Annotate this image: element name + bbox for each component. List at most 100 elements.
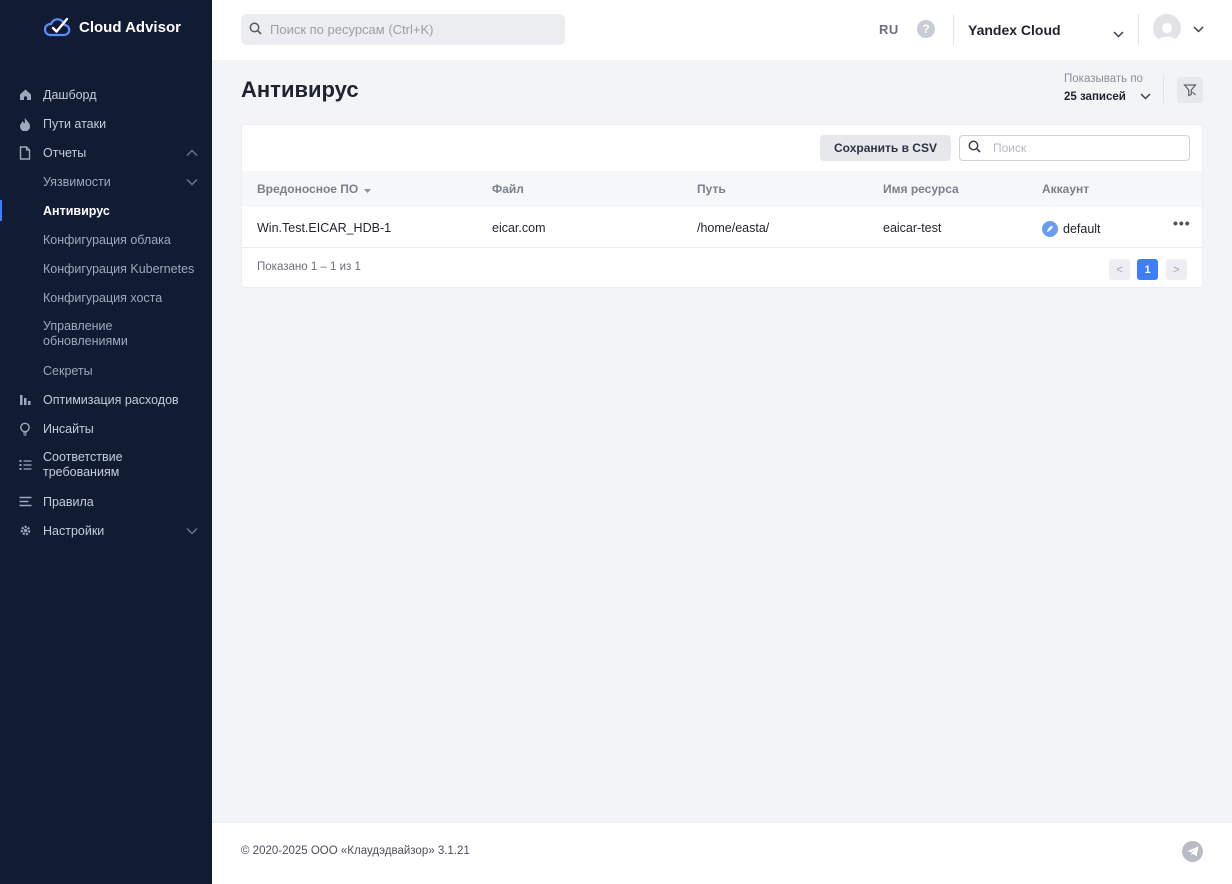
- sidebar-item-kubernetes-config[interactable]: Конфигурация Kubernetes: [0, 254, 212, 283]
- user-menu[interactable]: [1153, 14, 1204, 42]
- flame-icon: [18, 117, 32, 131]
- cell-account: default: [1042, 221, 1101, 237]
- sidebar-item-vulnerabilities[interactable]: Уязвимости: [0, 167, 212, 196]
- chevron-down-icon: [1140, 91, 1151, 103]
- sidebar-item-host-config[interactable]: Конфигурация хоста: [0, 283, 212, 312]
- pagination-prev-button[interactable]: <: [1109, 259, 1130, 280]
- pagination-next-button[interactable]: >: [1166, 259, 1187, 280]
- page-size-selector[interactable]: Показывать по 25 записей: [1064, 73, 1151, 103]
- pagination-summary: Показано 1 – 1 из 1: [257, 261, 361, 273]
- sidebar-item-label: Инсайты: [43, 421, 94, 436]
- header-divider: [1138, 14, 1139, 45]
- sidebar-item-dashboard[interactable]: Дашборд: [0, 80, 212, 109]
- sidebar-nav: Дашборд Пути атаки Отчеты Уязвимости Ант…: [0, 80, 212, 545]
- sidebar-item-reports[interactable]: Отчеты: [0, 138, 212, 167]
- copyright-text: © 2020-2025 ООО «Клаудэдвайзор» 3.1.21: [241, 845, 470, 857]
- yandex-cloud-icon: [1042, 221, 1058, 237]
- search-icon: [968, 140, 981, 156]
- filter-button[interactable]: [1177, 77, 1203, 103]
- sidebar-item-label: Управление обновлениями: [43, 319, 128, 348]
- sidebar-item-label: Правила: [43, 494, 94, 509]
- column-header-label: Имя ресурса: [883, 182, 959, 196]
- table-search-input[interactable]: [993, 141, 1183, 155]
- sidebar-item-label: Конфигурация хоста: [43, 290, 163, 305]
- user-icon: [1157, 23, 1177, 42]
- sidebar-item-label: Уязвимости: [43, 174, 111, 189]
- checklist-icon: [18, 458, 32, 472]
- page-size-value: 25 записей: [1064, 91, 1126, 103]
- sidebar-item-cloud-config[interactable]: Конфигурация облака: [0, 225, 212, 254]
- column-header-path[interactable]: Путь: [697, 182, 726, 196]
- bar-chart-icon: [18, 393, 32, 407]
- sort-down-icon: [364, 182, 372, 196]
- sidebar-item-settings[interactable]: Настройки: [0, 516, 212, 545]
- header-divider: [953, 14, 954, 45]
- language-switch[interactable]: RU: [879, 22, 899, 37]
- sidebar-item-cost-optimization[interactable]: Оптимизация расходов: [0, 385, 212, 414]
- save-csv-button[interactable]: Сохранить в CSV: [820, 135, 951, 161]
- cell-file: eicar.com: [492, 221, 546, 235]
- sidebar-item-label: Дашборд: [43, 87, 97, 102]
- cell-malware: Win.Test.EICAR_HDB-1: [257, 221, 392, 235]
- pagination-page-1[interactable]: 1: [1137, 259, 1158, 280]
- chevron-up-icon: [186, 146, 198, 160]
- chevron-down-icon: [1193, 21, 1204, 36]
- sidebar-item-label: Пути атаки: [43, 116, 107, 131]
- cell-path: /home/easta/: [697, 221, 770, 235]
- column-header-label: Аккаунт: [1042, 182, 1090, 196]
- cloud-check-logo-icon: [43, 17, 71, 37]
- toolbar-divider: [1163, 75, 1164, 103]
- global-search-input[interactable]: [270, 22, 550, 37]
- column-header-label: Файл: [492, 182, 524, 196]
- rules-icon: [18, 495, 32, 509]
- logo[interactable]: Cloud Advisor: [43, 16, 181, 38]
- sidebar-item-label: Соответствие требованиям: [43, 450, 123, 479]
- gear-icon: [18, 524, 32, 538]
- cloud-selector-value: Yandex Cloud: [968, 21, 1061, 38]
- sidebar-item-compliance[interactable]: Соответствие требованиям: [0, 443, 212, 487]
- column-header-malware[interactable]: Вредоносное ПО: [257, 182, 372, 196]
- cloud-selector[interactable]: Yandex Cloud: [968, 14, 1124, 45]
- sidebar-item-label: Конфигурация Kubernetes: [43, 261, 195, 276]
- table-row[interactable]: Win.Test.EICAR_HDB-1 eicar.com /home/eas…: [242, 207, 1202, 248]
- column-header-label: Путь: [697, 182, 726, 196]
- sidebar-item-attack-paths[interactable]: Пути атаки: [0, 109, 212, 138]
- sidebar-item-label: Отчеты: [43, 145, 87, 160]
- sidebar-item-label: Настройки: [43, 523, 105, 538]
- help-icon[interactable]: ?: [917, 20, 935, 38]
- sidebar-item-antivirus[interactable]: Антивирус: [0, 196, 212, 225]
- footer: © 2020-2025 ООО «Клаудэдвайзор» 3.1.21: [212, 822, 1232, 884]
- sidebar-item-secrets[interactable]: Секреты: [0, 356, 212, 385]
- document-icon: [18, 145, 32, 160]
- page-title: Антивирус: [241, 77, 359, 102]
- table-header: Вредоносное ПО Файл Путь Имя ресурса Акк…: [242, 171, 1202, 207]
- cell-resource[interactable]: eaicar-test: [883, 221, 941, 235]
- sidebar-item-label: Антивирус: [43, 203, 110, 218]
- account-name: default: [1063, 222, 1101, 236]
- chevron-down-icon: [186, 175, 198, 189]
- column-header-account[interactable]: Аккаунт: [1042, 182, 1089, 196]
- home-icon: [18, 88, 32, 102]
- sidebar-item-rules[interactable]: Правила: [0, 487, 212, 516]
- lightbulb-icon: [18, 422, 32, 436]
- sidebar-item-label: Оптимизация расходов: [43, 392, 179, 407]
- chevron-down-icon: [1113, 25, 1124, 41]
- row-actions-menu-icon[interactable]: •••: [1173, 215, 1191, 231]
- sidebar-item-label: Секреты: [43, 363, 93, 378]
- sidebar: Cloud Advisor Дашборд Пути атаки Отчеты …: [0, 0, 212, 884]
- top-header: RU ? Yandex Cloud: [212, 0, 1232, 60]
- column-header-resource[interactable]: Имя ресурса: [883, 182, 959, 196]
- chevron-down-icon: [186, 524, 198, 538]
- table-search[interactable]: [959, 135, 1190, 161]
- telegram-icon[interactable]: [1182, 841, 1203, 862]
- avatar: [1153, 14, 1181, 42]
- search-icon: [249, 22, 262, 38]
- sidebar-item-update-management[interactable]: Управление обновлениями: [0, 312, 212, 356]
- global-search[interactable]: [241, 14, 565, 45]
- sidebar-item-label: Конфигурация облака: [43, 232, 171, 247]
- sidebar-item-insights[interactable]: Инсайты: [0, 414, 212, 443]
- app-name: Cloud Advisor: [79, 18, 181, 36]
- page-size-label: Показывать по: [1064, 73, 1143, 85]
- column-header-file[interactable]: Файл: [492, 182, 524, 196]
- page-size-value-row: 25 записей: [1064, 91, 1151, 103]
